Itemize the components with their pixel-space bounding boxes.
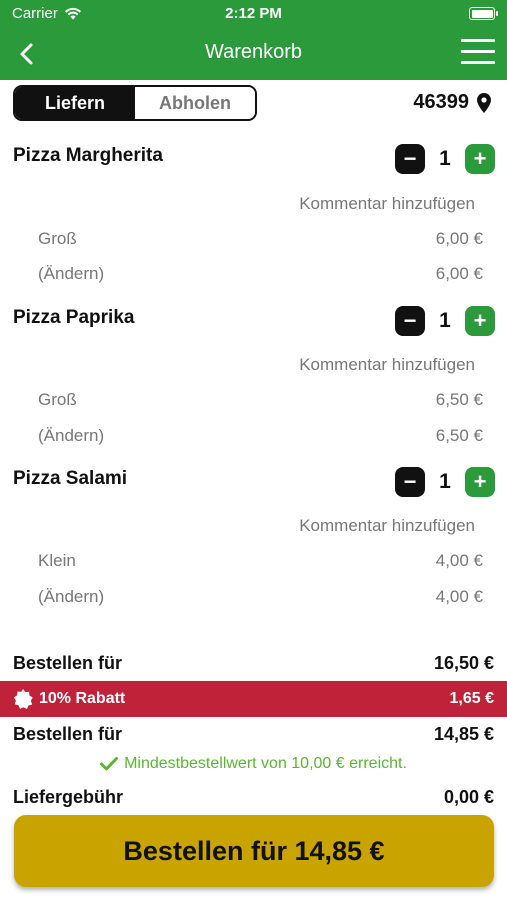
hamburger-menu-icon[interactable] — [461, 39, 495, 67]
page-title: Warenkorb — [204, 41, 303, 63]
delivery-mode-toggle: Liefern Abholen — [13, 85, 257, 121]
subtotal-value: 16,50 € — [433, 653, 494, 673]
tab-abholen[interactable]: Abholen — [135, 87, 255, 119]
item-total-price: 6,50 € — [435, 426, 483, 445]
discount-value: 1,65 € — [449, 690, 494, 707]
subtotal-row: Bestellen für 16,50 € — [13, 653, 494, 674]
add-comment-link[interactable]: Kommentar hinzufügen — [299, 194, 475, 214]
item-size-price: 6,00 € — [435, 229, 483, 248]
increase-button[interactable]: + — [465, 144, 495, 174]
change-item-link[interactable]: (Ändern) — [38, 426, 104, 446]
item-total-price: 6,00 € — [435, 264, 483, 283]
clock: 2:12 PM — [225, 5, 282, 22]
quantity-stepper: − 1 + — [395, 306, 495, 336]
change-item-link[interactable]: (Ändern) — [38, 264, 104, 284]
quantity-value: 1 — [439, 470, 451, 493]
location-pin-icon — [477, 92, 491, 113]
delivery-fee-row: Liefergebühr 0,00 € — [13, 787, 494, 808]
item-name: Pizza Margherita — [13, 145, 163, 166]
quantity-value: 1 — [439, 309, 451, 332]
add-comment-link[interactable]: Kommentar hinzufügen — [299, 516, 475, 536]
quantity-stepper: − 1 + — [395, 144, 495, 174]
item-size-label: Klein — [38, 551, 76, 570]
quantity-stepper: − 1 + — [395, 467, 495, 497]
item-name: Pizza Salami — [13, 468, 128, 489]
postal-code: 46399 — [413, 91, 469, 113]
decrease-button[interactable]: − — [395, 467, 425, 497]
nav-bar: Warenkorb — [0, 28, 507, 80]
postal-code-selector[interactable]: 46399 — [413, 91, 491, 114]
discount-banner: 10% Rabatt 1,65 € — [0, 681, 507, 717]
item-size-label: Groß — [38, 390, 77, 409]
item-size-label: Groß — [38, 229, 77, 248]
minimum-order-notice: Mindestbestellwert von 10,00 € erreicht. — [0, 755, 507, 773]
total-label: Bestellen für — [13, 724, 123, 744]
increase-button[interactable]: + — [465, 306, 495, 336]
discount-badge-icon — [14, 689, 33, 709]
status-bar: Carrier 2:12 PM — [0, 0, 507, 28]
item-size-price: 6,50 € — [435, 390, 483, 409]
increase-button[interactable]: + — [465, 467, 495, 497]
tab-liefern[interactable]: Liefern — [15, 87, 135, 119]
subtotal-label: Bestellen für — [13, 653, 123, 673]
quantity-value: 1 — [439, 147, 451, 170]
item-size-price: 4,00 € — [435, 551, 483, 570]
place-order-button[interactable]: Bestellen für 14,85 € — [14, 815, 494, 887]
discount-label: 10% Rabatt — [39, 690, 126, 707]
minimum-order-text: Mindestbestellwert von 10,00 € erreicht. — [124, 755, 407, 772]
item-name: Pizza Paprika — [13, 307, 135, 328]
decrease-button[interactable]: − — [395, 306, 425, 336]
item-total-price: 4,00 € — [435, 587, 483, 606]
delivery-fee-label: Liefergebühr — [13, 787, 124, 807]
checkmark-icon — [100, 757, 119, 771]
add-comment-link[interactable]: Kommentar hinzufügen — [299, 355, 475, 375]
change-item-link[interactable]: (Ändern) — [38, 587, 104, 607]
total-row: Bestellen für 14,85 € — [13, 724, 494, 745]
delivery-fee-value: 0,00 € — [443, 787, 494, 807]
battery-icon — [469, 7, 498, 20]
total-value: 14,85 € — [433, 724, 494, 744]
decrease-button[interactable]: − — [395, 144, 425, 174]
